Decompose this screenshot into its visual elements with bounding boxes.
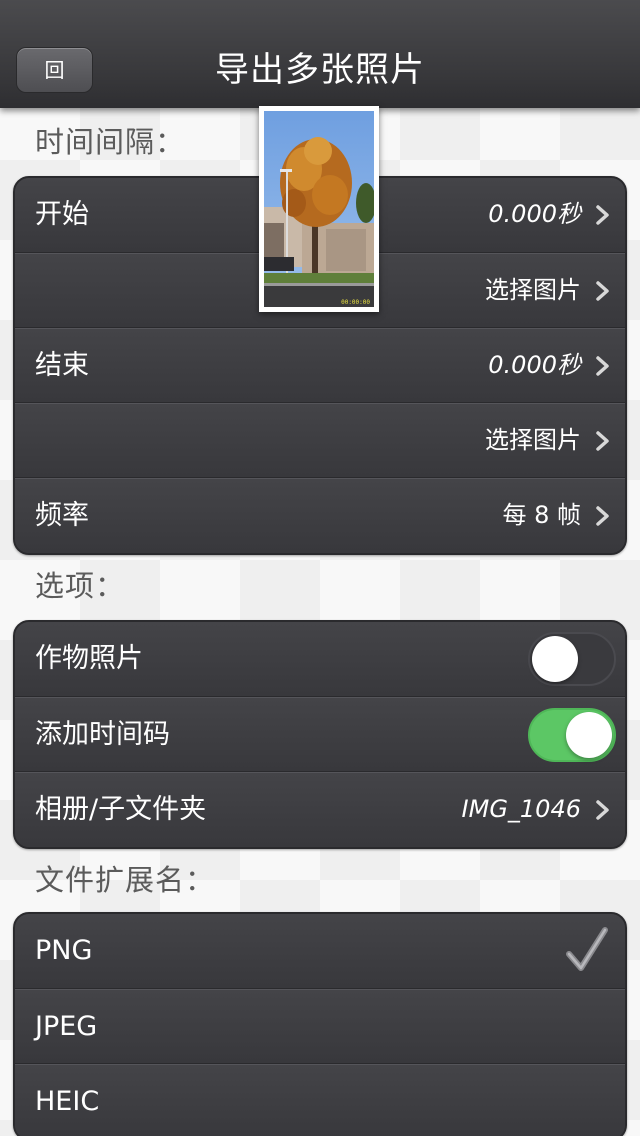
end-pick-label: 选择图片 [485,426,581,454]
rate-value: 每 8 帧 [502,501,581,529]
toggle-knob [532,636,578,682]
rate-label: 频率 [35,500,89,531]
album-label: 相册/子文件夹 [35,794,207,825]
extension-row-png[interactable]: PNG [15,914,625,989]
chevron-right-icon [596,800,609,820]
start-pick-label: 选择图片 [485,276,581,304]
album-value: IMG_1046 [461,795,581,823]
chevron-right-icon [596,205,609,225]
end-pick-row[interactable]: 选择图片 [15,403,625,478]
chevron-right-icon [596,281,609,301]
page-title: 导出多张照片 [215,50,425,90]
extension-group: PNG JPEG HEIC [13,912,627,1136]
crop-photo-toggle[interactable] [528,632,616,686]
end-value: 0.000秒 [488,351,581,379]
extension-label: JPEG [35,1011,98,1042]
section-header-interval: 时间间隔： [35,125,186,159]
chevron-right-icon [596,431,609,451]
crop-photo-row: 作物照片 [15,622,625,697]
toggle-knob [566,712,612,758]
end-label: 结束 [35,350,89,381]
crop-photo-label: 作物照片 [35,643,143,674]
tree-photo-thumbnail: 00:00:00 [264,111,374,307]
timecode-toggle[interactable] [528,708,616,762]
end-row[interactable]: 结束 0.000秒 [15,328,625,403]
album-row[interactable]: 相册/子文件夹 IMG_1046 [15,772,625,847]
timecode-label: 添加时间码 [35,719,170,750]
section-header-options: 选项： [35,569,126,603]
section-header-extension: 文件扩展名： [35,863,216,897]
start-value: 0.000秒 [488,200,581,228]
chevron-right-icon [596,356,609,376]
thumbnail-timecode: 00:00:00 [341,299,370,306]
extension-row-jpeg[interactable]: JPEG [15,989,625,1064]
extension-row-heic[interactable]: HEIC [15,1064,625,1136]
checkmark-icon [566,927,608,971]
frame-thumbnail[interactable]: 00:00:00 [259,106,379,312]
start-label: 开始 [35,199,89,230]
extension-label: PNG [35,935,93,966]
timecode-row: 添加时间码 [15,697,625,772]
back-button[interactable]: 回 [16,47,93,93]
navigation-bar: 回 导出多张照片 [0,0,640,108]
rate-row[interactable]: 频率 每 8 帧 [15,478,625,553]
chevron-right-icon [596,506,609,526]
options-group: 作物照片 添加时间码 相册/子文件夹 IMG_1046 [13,620,627,849]
extension-label: HEIC [35,1086,100,1117]
